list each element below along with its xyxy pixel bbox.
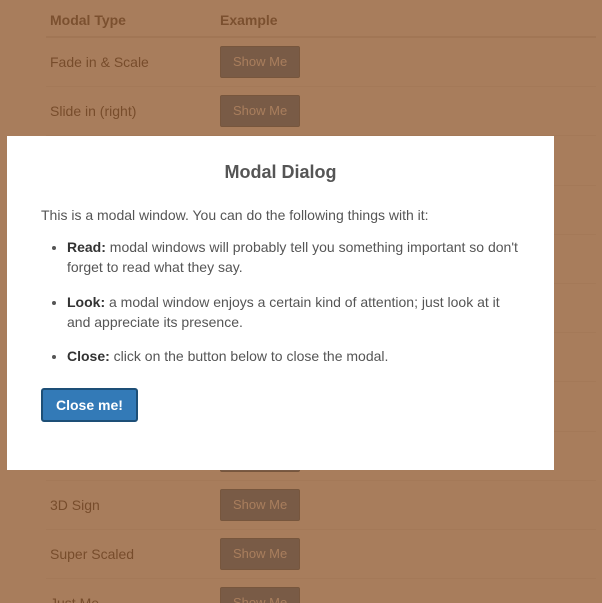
modal-bullet: Close: click on the button below to clos… <box>67 346 520 366</box>
bullet-text: click on the button below to close the m… <box>110 348 389 364</box>
bullet-text: modal windows will probably tell you som… <box>67 239 518 275</box>
modal-dialog: Modal Dialog This is a modal window. You… <box>7 136 554 470</box>
modal-bullet-list: Read: modal windows will probably tell y… <box>41 237 520 366</box>
bullet-label: Look: <box>67 294 105 310</box>
modal-bullet: Read: modal windows will probably tell y… <box>67 237 520 278</box>
modal-bullet: Look: a modal window enjoys a certain ki… <box>67 292 520 333</box>
modal-title: Modal Dialog <box>41 162 520 183</box>
bullet-label: Read: <box>67 239 106 255</box>
bullet-label: Close: <box>67 348 110 364</box>
bullet-text: a modal window enjoys a certain kind of … <box>67 294 500 330</box>
close-button[interactable]: Close me! <box>41 388 138 422</box>
modal-intro-text: This is a modal window. You can do the f… <box>41 207 520 223</box>
